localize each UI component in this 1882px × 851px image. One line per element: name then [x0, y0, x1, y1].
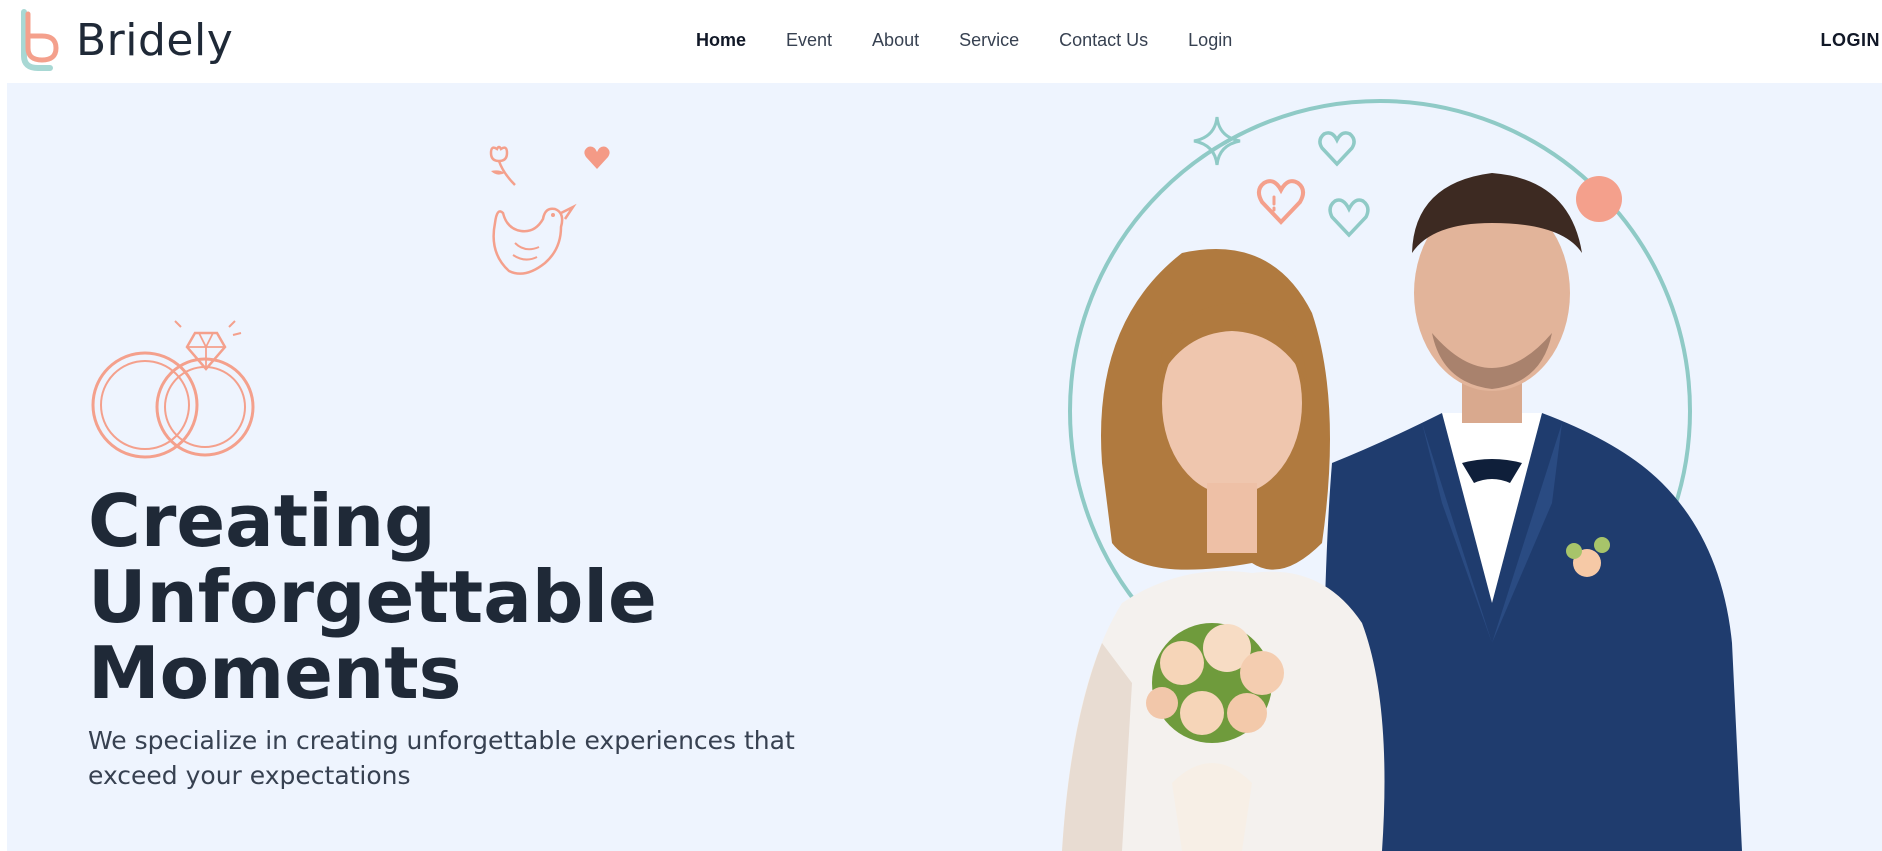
- hero-section: Creating Unforgettable Moments We specia…: [7, 83, 1882, 851]
- hero-title: Creating Unforgettable Moments: [88, 483, 657, 711]
- hero-title-line: Unforgettable: [88, 555, 657, 639]
- nav-item-event[interactable]: Event: [786, 30, 832, 51]
- dove-icon: [492, 203, 577, 275]
- login-button[interactable]: LOGIN: [1821, 30, 1881, 51]
- hero-title-line: Creating: [88, 479, 436, 563]
- main-nav: Home Event About Service Contact Us Logi…: [696, 30, 1272, 51]
- couple-photo: [1062, 173, 1742, 851]
- nav-item-login[interactable]: Login: [1188, 30, 1232, 51]
- wedding-rings-icon: [91, 320, 255, 459]
- nav-item-service[interactable]: Service: [959, 30, 1019, 51]
- site-header: Bridely Home Event About Service Contact…: [0, 0, 1882, 83]
- b-logo-icon: [21, 9, 59, 71]
- hero-subtitle: We specialize in creating unforgettable …: [88, 726, 795, 790]
- heart-icon: [584, 146, 610, 169]
- brand-name: Bridely: [76, 14, 234, 66]
- nav-item-about[interactable]: About: [872, 30, 919, 51]
- brand-logo[interactable]: Bridely: [16, 8, 233, 72]
- hero-title-line: Moments: [88, 631, 462, 715]
- nav-item-contact-us[interactable]: Contact Us: [1059, 30, 1148, 51]
- nav-item-home[interactable]: Home: [696, 30, 746, 51]
